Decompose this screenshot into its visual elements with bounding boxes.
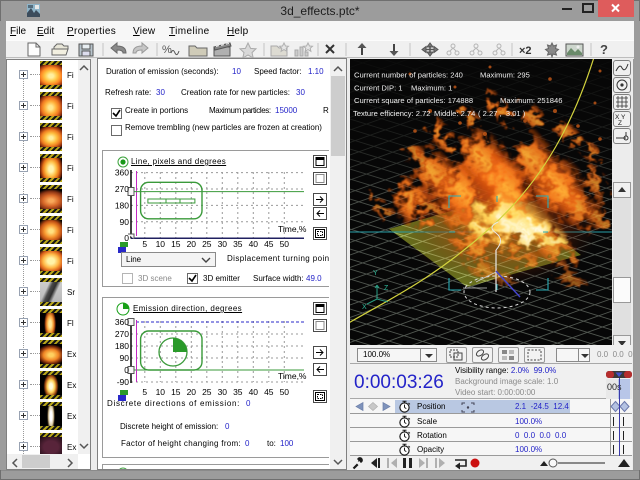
svg-text:30: 30 (218, 239, 228, 249)
svg-text:Current square of particles: 1: Current square of particles: 174888 (354, 96, 473, 105)
svg-text:Z: Z (618, 120, 622, 127)
svg-text:45: 45 (264, 387, 274, 397)
svg-text:Maximum: 295: Maximum: 295 (480, 71, 530, 80)
svg-text:360: 360 (115, 317, 129, 327)
svg-text:10: 10 (156, 387, 166, 397)
svg-text:X: X (362, 304, 367, 311)
svg-text:50: 50 (280, 387, 290, 397)
svg-text:360: 360 (115, 168, 129, 178)
svg-text:Maximum: 1: Maximum: 1 (411, 83, 452, 92)
svg-text:10: 10 (156, 239, 166, 249)
svg-text:Time,%: Time,% (278, 224, 307, 234)
svg-text:180: 180 (115, 341, 129, 351)
svg-text:Middle: 2.74: Middle: 2.74 (434, 109, 475, 118)
svg-text:Texture efficiency: 2.72: Texture efficiency: 2.72 (353, 109, 431, 118)
svg-text:270: 270 (115, 329, 129, 339)
svg-text:Z: Z (384, 285, 389, 292)
svg-text:180: 180 (115, 200, 129, 210)
svg-text:Maximum: 251846: Maximum: 251846 (500, 96, 562, 105)
svg-text:?: ? (600, 42, 608, 57)
svg-text:Current number of particles: 2: Current number of particles: 240 (354, 71, 463, 80)
svg-text:15: 15 (171, 239, 181, 249)
svg-text:Time,%: Time,% (278, 371, 307, 381)
svg-text:30: 30 (218, 387, 228, 397)
svg-text:40: 40 (249, 239, 259, 249)
svg-text:Current DIP: 1: Current DIP: 1 (354, 83, 403, 92)
svg-text:-90: -90 (117, 377, 130, 387)
svg-text:15: 15 (171, 387, 181, 397)
svg-text:%: % (162, 44, 172, 56)
svg-text:25: 25 (202, 239, 212, 249)
svg-text:90: 90 (120, 217, 130, 227)
svg-text:25: 25 (202, 387, 212, 397)
svg-text:40: 40 (249, 387, 259, 397)
svg-text:×2: ×2 (519, 45, 532, 57)
svg-text:20: 20 (187, 387, 197, 397)
svg-text:Y: Y (373, 270, 378, 277)
svg-text:90: 90 (120, 353, 130, 363)
svg-text:( 2.27 , 3.01 ): ( 2.27 , 3.01 ) (478, 109, 526, 118)
svg-text:20: 20 (187, 239, 197, 249)
svg-text:35: 35 (233, 239, 243, 249)
svg-text:45: 45 (264, 239, 274, 249)
svg-text:35: 35 (233, 387, 243, 397)
svg-text:270: 270 (115, 184, 129, 194)
svg-text:50: 50 (280, 239, 290, 249)
svg-text:0: 0 (124, 365, 129, 375)
svg-text:5: 5 (142, 239, 147, 249)
svg-text:5: 5 (142, 387, 147, 397)
